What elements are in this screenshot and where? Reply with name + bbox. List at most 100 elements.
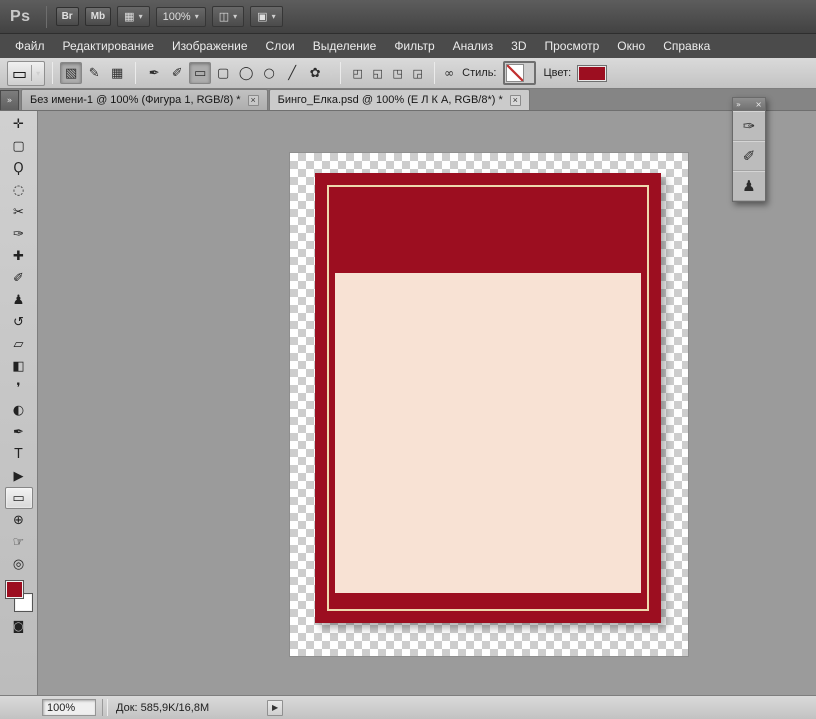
menu-select[interactable]: Выделение — [304, 35, 386, 57]
menu-help[interactable]: Справка — [654, 35, 719, 57]
spot-healing-brush-tool[interactable]: ✚ — [5, 245, 33, 267]
chevron-down-icon: ▾ — [138, 12, 143, 21]
brush-tool[interactable]: ✐ — [5, 267, 33, 289]
shape-tools-caret-icon[interactable]: ▾ — [329, 69, 333, 78]
document-size-info: Док: 585,9K/16,8M — [116, 701, 210, 714]
application-bar: Ps Br Mb ▦ ▾ 100% ▾ ◫ ▾ ▣ ▾ — [0, 0, 816, 34]
foreground-color-swatch[interactable] — [4, 580, 24, 599]
shape-layers-button[interactable]: ▧ — [60, 62, 83, 84]
color-swatches — [4, 580, 33, 612]
paths-button[interactable]: ✎ — [83, 62, 105, 84]
rectangle-tool-button[interactable]: ▭ — [189, 62, 212, 84]
lasso-tool[interactable]: Ϙ — [5, 157, 33, 179]
tools-panel-collapse-button[interactable]: » — [0, 90, 19, 110]
rectangle-tool[interactable]: ▭ — [4, 487, 33, 509]
options-separator — [340, 62, 342, 84]
tab-bingo-elka-label: Бинго_Елка.psd @ 100% (Е Л К А, RGB/8*) … — [277, 94, 503, 106]
pen-tool-button[interactable]: ✒ — [143, 62, 165, 84]
ellipse-tool-button[interactable]: ◯ — [235, 62, 257, 84]
shape-color-swatch[interactable] — [577, 64, 608, 82]
tool-presets-panel-icon[interactable]: ✑ — [733, 111, 765, 141]
screen-mode-dropdown[interactable]: ▣ ▾ — [250, 6, 283, 27]
panel-collapse-icon[interactable]: » — [736, 100, 741, 109]
freeform-pen-tool-button[interactable]: ✐ — [166, 62, 188, 84]
link-icon[interactable]: ∞ — [444, 66, 454, 80]
menu-file[interactable]: Файл — [6, 35, 54, 57]
hand-tool[interactable]: ☞ — [5, 531, 33, 553]
menu-layers[interactable]: Слои — [257, 35, 304, 57]
3d-rotate-tool[interactable]: ⊕ — [5, 509, 33, 531]
line-tool-button[interactable]: ╱ — [281, 62, 303, 84]
tab-bingo-elka[interactable]: Бинго_Елка.psd @ 100% (Е Л К А, RGB/8*) … — [268, 89, 530, 110]
clone-stamp-tool[interactable]: ♟ — [5, 289, 33, 311]
rectangle-tool-preset-icon: ▭ — [12, 63, 28, 83]
polygon-tool-button[interactable]: ○ — [258, 62, 280, 84]
menu-analysis[interactable]: Анализ — [444, 35, 503, 57]
chevron-down-icon: ▾ — [194, 12, 199, 21]
quick-mask-button[interactable]: ◙ — [5, 615, 33, 637]
workspace-content: ✛ ▢ Ϙ ◌ ✂ ✑ ✚ ✐ ♟ ↺ ▱ ◧ ❜ ◐ ✒ T ▶ ▭ ⊕ ☞ ◎ ◙ — [0, 111, 816, 695]
floating-panel-icons: ✑ ✐ ♟ — [733, 111, 765, 201]
tools-panel: ✛ ▢ Ϙ ◌ ✂ ✑ ✚ ✐ ♟ ↺ ▱ ◧ ❜ ◐ ✒ T ▶ ▭ ⊕ ☞ ◎ ◙ — [0, 111, 38, 695]
crop-tool[interactable]: ✂ — [5, 201, 33, 223]
document-tabs: Без имени-1 @ 100% (Фигура 1, RGB/8) * × Б… — [21, 88, 531, 110]
path-selection-tool[interactable]: ▶ — [5, 465, 33, 487]
chevron-down-icon: ▾ — [526, 68, 531, 78]
status-bar-grip — [102, 699, 108, 716]
blur-tool[interactable]: ❜ — [5, 377, 33, 399]
shape-tool-button-group: ✒ ✐ ▭ ▢ ◯ ○ ╱ ✿ — [143, 62, 326, 84]
brush-panel-icon[interactable]: ✐ — [733, 141, 765, 171]
tool-preset-picker[interactable]: ▭ ▾ — [7, 60, 46, 86]
custom-shape-tool-button[interactable]: ✿ — [304, 62, 326, 84]
floating-panel-header: » × — [733, 98, 765, 111]
arrange-documents-dropdown[interactable]: ◫ ▾ — [211, 6, 245, 27]
launch-bridge-button[interactable]: Br — [55, 7, 79, 26]
menu-3d[interactable]: 3D — [502, 35, 535, 57]
rounded-rectangle-tool-button[interactable]: ▢ — [212, 62, 234, 84]
add-to-shape-button[interactable]: ◱ — [368, 64, 387, 83]
quick-selection-tool[interactable]: ◌ — [5, 179, 33, 201]
arrange-documents-icon: ◫ — [218, 10, 230, 23]
intersect-shape-button[interactable]: ◲ — [408, 64, 427, 83]
move-tool[interactable]: ✛ — [5, 113, 33, 135]
options-separator — [52, 62, 54, 84]
screen-mode-icon: ▣ — [257, 10, 268, 23]
status-bar: 100% Док: 585,9K/16,8M ▶ — [0, 695, 816, 719]
rectangular-marquee-tool[interactable]: ▢ — [5, 135, 33, 157]
tab-close-icon[interactable]: × — [247, 94, 259, 106]
menu-edit[interactable]: Редактирование — [54, 35, 163, 57]
chevron-down-icon: ▾ — [36, 68, 41, 78]
workspace: » Без имени-1 @ 100% (Фигура 1, RGB/8) *… — [0, 89, 816, 695]
pen-tool[interactable]: ✒ — [5, 421, 33, 443]
tab-close-icon[interactable]: × — [509, 94, 521, 106]
subtract-from-shape-button[interactable]: ◳ — [388, 64, 407, 83]
style-picker[interactable]: ▾ — [502, 61, 536, 85]
tab-untitled-1-label: Без имени-1 @ 100% (Фигура 1, RGB/8) * — [30, 94, 241, 106]
document-canvas[interactable] — [289, 152, 689, 657]
menu-filter[interactable]: Фильтр — [385, 35, 443, 57]
eyedropper-tool[interactable]: ✑ — [5, 223, 33, 245]
panel-close-icon[interactable]: × — [755, 100, 762, 109]
gradient-tool[interactable]: ◧ — [5, 355, 33, 377]
dodge-tool[interactable]: ◐ — [5, 399, 33, 421]
menu-view[interactable]: Просмотр — [535, 35, 608, 57]
menu-bar: Файл Редактирование Изображение Слои Выделен… — [0, 34, 816, 58]
type-tool[interactable]: T — [5, 443, 33, 465]
tab-untitled-1[interactable]: Без имени-1 @ 100% (Фигура 1, RGB/8) * × — [21, 89, 268, 110]
history-brush-tool[interactable]: ↺ — [5, 311, 33, 333]
menu-window[interactable]: Окно — [608, 35, 654, 57]
zoom-tool[interactable]: ◎ — [5, 553, 33, 575]
card-inner-rectangle — [335, 273, 641, 593]
eraser-tool[interactable]: ▱ — [5, 333, 33, 355]
status-zoom-field[interactable]: 100% — [42, 699, 96, 716]
launch-minibridge-button[interactable]: Mb — [84, 7, 112, 26]
clone-source-panel-icon[interactable]: ♟ — [733, 171, 765, 201]
create-shape-layer-button[interactable]: ◰ — [348, 64, 367, 83]
zoom-level-dropdown[interactable]: 100% ▾ — [155, 6, 206, 27]
card-background-shape — [315, 173, 661, 623]
status-expand-button[interactable]: ▶ — [267, 699, 284, 716]
menu-image[interactable]: Изображение — [163, 35, 257, 57]
chevron-down-icon: ▾ — [233, 12, 238, 21]
view-extras-dropdown[interactable]: ▦ ▾ — [117, 6, 150, 27]
fill-pixels-button[interactable]: ▦ — [106, 62, 128, 84]
